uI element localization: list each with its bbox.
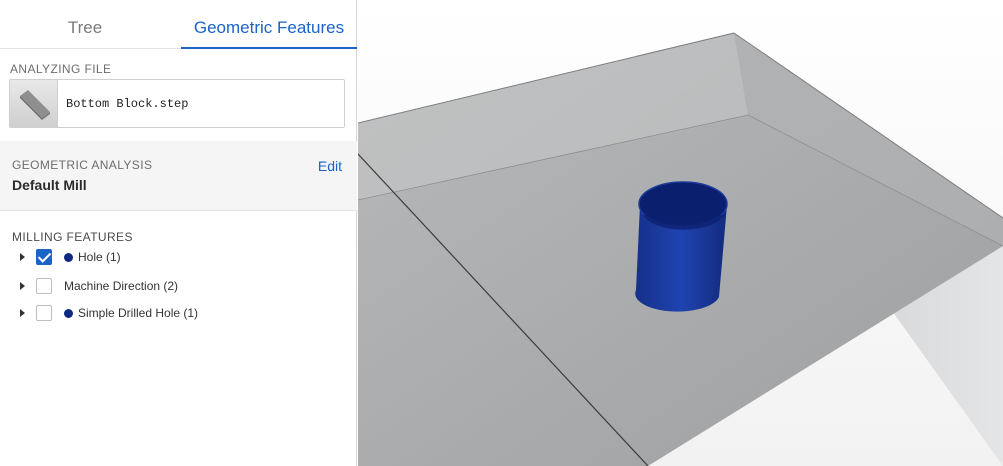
- tab-geometric-features[interactable]: Geometric Features: [181, 0, 357, 49]
- feature-label-machine-direction: Machine Direction (2): [64, 279, 179, 293]
- 3d-viewport[interactable]: [358, 0, 1003, 466]
- feature-checkbox-hole[interactable]: [36, 249, 52, 265]
- feature-checkbox-machine-direction[interactable]: [36, 278, 52, 294]
- feature-color-dot-icon: [64, 309, 73, 318]
- tab-tree[interactable]: Tree: [0, 0, 170, 49]
- panel-tabs: Tree Geometric Features: [0, 0, 357, 49]
- file-thumbnail: [10, 80, 58, 127]
- analyzing-file-label: ANALYZING FILE: [10, 62, 112, 76]
- feature-row-machine-direction[interactable]: Machine Direction (2): [0, 276, 357, 298]
- features-panel: Tree Geometric Features ANALYZING FILE B…: [0, 0, 357, 466]
- part-thumbnail-icon: [20, 90, 50, 120]
- milling-features-label: MILLING FEATURES: [12, 230, 133, 244]
- block-model[interactable]: [358, 0, 1003, 466]
- geometric-analysis-label: GEOMETRIC ANALYSIS: [12, 158, 153, 172]
- feature-row-hole[interactable]: Hole (1): [0, 247, 357, 269]
- feature-label-hole: Hole (1): [78, 250, 121, 264]
- expand-caret-icon[interactable]: [20, 282, 25, 290]
- geometric-analysis-section: GEOMETRIC ANALYSIS Default Mill Edit: [0, 141, 357, 211]
- feature-row-simple-drilled-hole[interactable]: Simple Drilled Hole (1): [0, 303, 357, 325]
- feature-checkbox-simple-drilled-hole[interactable]: [36, 305, 52, 321]
- file-name: Bottom Block.step: [66, 97, 189, 111]
- hole-feature[interactable]: [635, 181, 728, 312]
- feature-label-simple-drilled-hole: Simple Drilled Hole (1): [78, 306, 199, 320]
- expand-caret-icon[interactable]: [20, 309, 25, 317]
- feature-color-dot-icon: [64, 253, 73, 262]
- edit-analysis-button[interactable]: Edit: [318, 158, 342, 174]
- expand-caret-icon[interactable]: [20, 253, 25, 261]
- geometric-analysis-value: Default Mill: [12, 177, 87, 193]
- analyzing-file-box[interactable]: Bottom Block.step: [9, 79, 345, 128]
